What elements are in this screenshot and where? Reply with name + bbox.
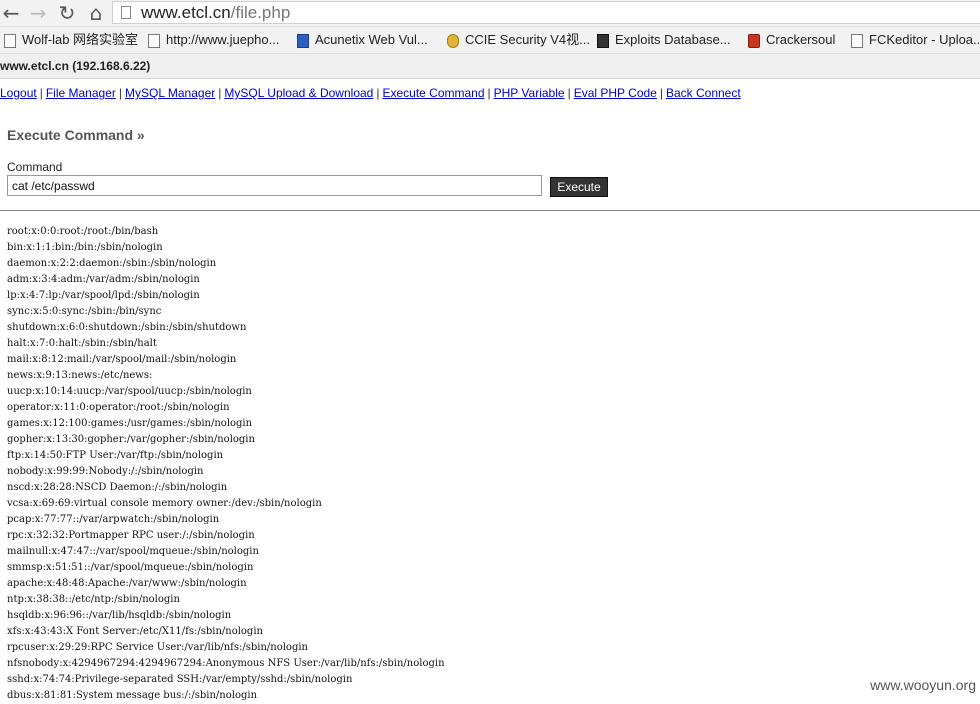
output-line: operator:x:11:0:operator:/root:/sbin/nol… [7, 402, 230, 413]
output-line: sshd:x:74:74:Privilege-separated SSH:/va… [7, 674, 353, 685]
menu-separator: | [567, 86, 571, 100]
menu-mysql-manager[interactable]: MySQL Manager [125, 86, 215, 100]
output-line: vcsa:x:69:69:virtual console memory owne… [7, 498, 322, 509]
output-line: shutdown:x:6:0:shutdown:/sbin:/sbin/shut… [7, 322, 247, 333]
menu-php-variable[interactable]: PHP Variable [494, 86, 565, 100]
bookmark-label: http://www.juepho... [166, 32, 280, 47]
home-icon[interactable]: ⌂ [85, 2, 107, 24]
acunetix-icon [297, 33, 309, 48]
exploitdb-icon [597, 33, 609, 48]
output-line: lp:x:4:7:lp:/var/spool/lpd:/sbin/nologin [7, 290, 200, 301]
execute-button[interactable]: Execute [550, 177, 608, 197]
output-line: mail:x:8:12:mail:/var/spool/mail:/sbin/n… [7, 354, 237, 365]
bookmark-label: Crackersoul [766, 32, 836, 47]
output-line: games:x:12:100:games:/usr/games:/sbin/no… [7, 418, 253, 429]
page-icon [851, 33, 863, 48]
menu-mysql-upload-download[interactable]: MySQL Upload & Download [224, 86, 373, 100]
output-line: bin:x:1:1:bin:/bin:/sbin/nologin [7, 242, 163, 253]
output-line: rpc:x:32:32:Portmapper RPC user:/:/sbin/… [7, 530, 255, 541]
output-line: pcap:x:77:77::/var/arpwatch:/sbin/nologi… [7, 514, 220, 525]
menu-separator: | [376, 86, 380, 100]
bookmark-juepho[interactable]: http://www.juepho... [148, 27, 279, 53]
page-icon [4, 33, 16, 48]
menu-back-connect[interactable]: Back Connect [666, 86, 741, 100]
menu-execute-command[interactable]: Execute Command [382, 86, 484, 100]
output-line: nobody:x:99:99:Nobody:/:/sbin/nologin [7, 466, 204, 477]
output-line: news:x:9:13:news:/etc/news: [7, 370, 153, 381]
output-line: hsqldb:x:96:96::/var/lib/hsqldb:/sbin/no… [7, 610, 232, 621]
forward-icon[interactable]: → [27, 2, 49, 24]
output-line: apache:x:48:48:Apache:/var/www:/sbin/nol… [7, 578, 247, 589]
menu-eval-php-code[interactable]: Eval PHP Code [574, 86, 657, 100]
output-line: dbus:x:81:81:System message bus:/:/sbin/… [7, 690, 258, 701]
menu-logout[interactable]: Logout [0, 86, 37, 100]
bookmark-wolf-lab[interactable]: Wolf-lab 网络实验室 [4, 27, 138, 53]
bookmark-fckeditor[interactable]: FCKeditor - Uploa... [851, 27, 980, 53]
output-line: smmsp:x:51:51::/var/spool/mqueue:/sbin/n… [7, 562, 254, 573]
bookmark-label: Acunetix Web Vul... [315, 32, 428, 47]
menu-file-manager[interactable]: File Manager [46, 86, 116, 100]
url-host: www.etcl.cn [141, 3, 231, 22]
output-line: adm:x:3:4:adm:/var/adm:/sbin/nologin [7, 274, 200, 285]
section-title: Execute Command » [7, 127, 145, 143]
menu-separator: | [487, 86, 491, 100]
command-label: Command [7, 160, 63, 174]
bookmark-acunetix[interactable]: Acunetix Web Vul... [297, 27, 428, 53]
output-line: gopher:x:13:30:gopher:/var/gopher:/sbin/… [7, 434, 255, 445]
output-line: root:x:0:0:root:/root:/bin/bash [7, 226, 159, 237]
menu-separator: | [218, 86, 222, 100]
output-line: xfs:x:43:43:X Font Server:/etc/X11/fs:/s… [7, 626, 263, 637]
back-icon[interactable]: ← [0, 2, 22, 24]
command-input[interactable] [7, 175, 542, 196]
bookmark-label: FCKeditor - Uploa... [869, 32, 980, 47]
menu-separator: | [39, 86, 43, 100]
output-line: rpcuser:x:29:29:RPC Service User:/var/li… [7, 642, 308, 653]
output-line: nfsnobody:x:4294967294:4294967294:Anonym… [7, 658, 445, 669]
browser-toolbar: ← → ↻ ⌂ www.etcl.cn/file.php [0, 0, 980, 27]
shell-menu: Logout | File Manager | MySQL Manager | MySQL … [0, 86, 741, 100]
output-line: nscd:x:28:28:NSCD Daemon:/:/sbin/nologin [7, 482, 228, 493]
menu-separator: | [659, 86, 663, 100]
command-output: root:x:0:0:root:/root:/bin/bash bin:x:1:… [7, 224, 445, 704]
page-icon [121, 6, 131, 19]
host-header: www.etcl.cn (192.168.6.22) [0, 54, 980, 79]
url-text: www.etcl.cn/file.php [141, 2, 290, 24]
bookmark-ccie[interactable]: CCIE Security V4视... [447, 27, 590, 53]
bookmark-label: CCIE Security V4视... [465, 32, 590, 47]
divider [0, 210, 980, 211]
output-line: ntp:x:38:38::/etc/ntp:/sbin/nologin [7, 594, 180, 605]
output-line: mailnull:x:47:47::/var/spool/mqueue:/sbi… [7, 546, 259, 557]
host-info: www.etcl.cn (192.168.6.22) [0, 59, 151, 73]
menu-separator: | [118, 86, 122, 100]
page-icon [148, 33, 160, 48]
watermark: www.wooyun.org [868, 677, 978, 693]
reload-icon[interactable]: ↻ [56, 2, 78, 24]
output-line: ftp:x:14:50:FTP User:/var/ftp:/sbin/nolo… [7, 450, 224, 461]
output-line: halt:x:7:0:halt:/sbin:/sbin/halt [7, 338, 157, 349]
output-line: daemon:x:2:2:daemon:/sbin:/sbin/nologin [7, 258, 217, 269]
bookmark-label: Wolf-lab 网络实验室 [22, 32, 139, 47]
bookmark-label: Exploits Database... [615, 32, 731, 47]
address-bar[interactable]: www.etcl.cn/file.php [112, 1, 980, 24]
crackersoul-icon [748, 33, 760, 48]
bookmark-exploitdb[interactable]: Exploits Database... [597, 27, 731, 53]
bookmark-crackersoul[interactable]: Crackersoul [748, 27, 835, 53]
output-line: uucp:x:10:14:uucp:/var/spool/uucp:/sbin/… [7, 386, 252, 397]
url-path: /file.php [230, 3, 291, 22]
ccie-icon [447, 33, 459, 48]
output-line: sync:x:5:0:sync:/sbin:/bin/sync [7, 306, 162, 317]
bookmarks-bar: Wolf-lab 网络实验室 http://www.juepho... Acun… [0, 27, 980, 54]
